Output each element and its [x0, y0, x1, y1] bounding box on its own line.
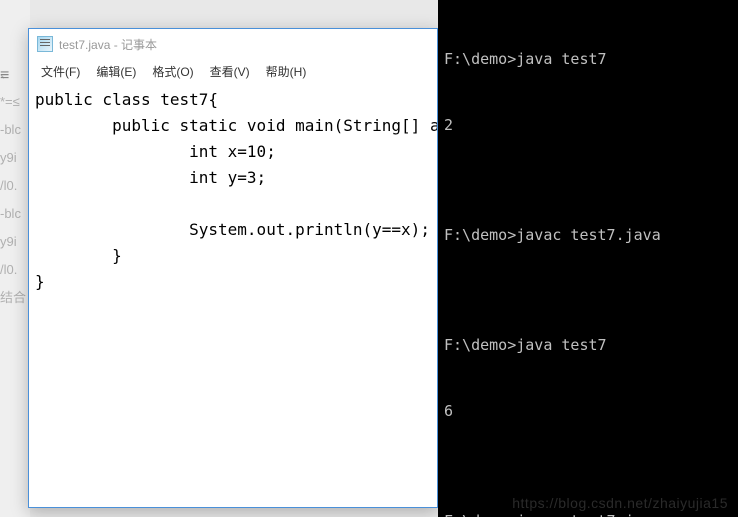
- menu-file[interactable]: 文件(F): [33, 60, 88, 83]
- background-page-fragments: ≡ 、 *=≤ -blc y9i /l0. -blc y9i /l0. 结合: [0, 0, 30, 517]
- terminal-line: F:\demo>javac test7.java: [444, 224, 732, 246]
- menu-edit[interactable]: 编辑(E): [88, 60, 144, 83]
- notepad-menubar: 文件(F) 编辑(E) 格式(O) 查看(V) 帮助(H): [29, 59, 437, 83]
- terminal-line: F:\demo>java test7: [444, 48, 732, 70]
- terminal-output: 2: [444, 114, 732, 136]
- menu-format[interactable]: 格式(O): [144, 60, 201, 83]
- notepad-icon: [37, 36, 53, 52]
- notepad-text-area[interactable]: public class test7{ public static void m…: [29, 83, 437, 507]
- terminal-line: F:\demo>java test7: [444, 334, 732, 356]
- notepad-title: test7.java - 记事本: [59, 36, 157, 53]
- notepad-window: test7.java - 记事本 文件(F) 编辑(E) 格式(O) 查看(V)…: [28, 28, 438, 508]
- menu-help[interactable]: 帮助(H): [258, 60, 315, 83]
- notepad-titlebar[interactable]: test7.java - 记事本: [29, 29, 437, 59]
- menu-view[interactable]: 查看(V): [202, 60, 258, 83]
- terminal-output: 6: [444, 400, 732, 422]
- bg-hash-symbol: ≡: [0, 62, 9, 90]
- terminal-line: F:\demo>javac test7.java: [444, 510, 732, 517]
- command-prompt-terminal[interactable]: F:\demo>java test7 2 F:\demo>javac test7…: [438, 0, 738, 517]
